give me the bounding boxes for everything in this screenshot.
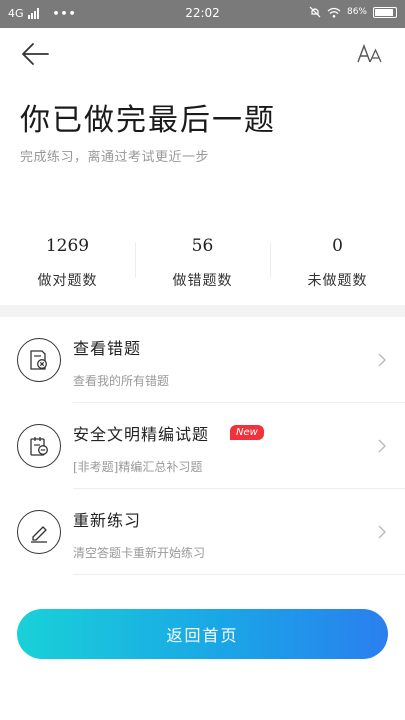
stat-wrong-value: 56 — [191, 236, 214, 256]
action-menu: 查看错题 查看我的所有错题 安全文明精编试题 New [非考题]精编汇总补习题 — [0, 317, 405, 575]
menu-item-description: 查看我的所有错题 — [73, 374, 170, 388]
mute-icon — [309, 6, 321, 18]
font-size-icon[interactable] — [357, 42, 383, 66]
menu-item-view-wrong[interactable]: 查看错题 查看我的所有错题 — [0, 317, 405, 403]
stats-row: 1269 做对题数 56 做错题数 0 未做题数 — [0, 236, 405, 296]
menu-item-title: 安全文明精编试题 — [73, 425, 210, 444]
battery-icon — [373, 6, 397, 18]
menu-item-title: 查看错题 — [73, 339, 142, 358]
return-home-button[interactable]: 返回首页 — [17, 609, 388, 659]
stat-undone-label: 未做题数 — [307, 273, 368, 289]
menu-item-description: [非考题]精编汇总补习题 — [73, 460, 203, 474]
menu-item-title: 重新练习 — [73, 511, 142, 530]
stat-wrong-label: 做错题数 — [172, 273, 233, 289]
stat-undone-value: 0 — [332, 236, 343, 256]
new-badge: New — [230, 425, 264, 440]
status-bar: 4G ••• 22:02 86% — [0, 0, 405, 28]
menu-item-description: 清空答题卡重新开始练习 — [73, 546, 206, 560]
menu-item-compiled-questions[interactable]: 安全文明精编试题 New [非考题]精编汇总补习题 — [0, 403, 405, 489]
wifi-icon — [327, 7, 341, 18]
menu-separator — [73, 574, 405, 575]
section-divider — [0, 305, 405, 317]
chevron-right-icon — [378, 439, 386, 453]
back-arrow-icon[interactable] — [20, 40, 50, 68]
pencil-icon — [17, 510, 61, 554]
battery-percent: 86% — [346, 7, 367, 17]
stat-undone: 0 未做题数 — [270, 236, 405, 296]
stat-correct: 1269 做对题数 — [0, 236, 135, 296]
page-title: 你已做完最后一题 — [20, 103, 276, 138]
chevron-right-icon — [378, 525, 386, 539]
wrong-question-icon — [17, 338, 61, 382]
menu-item-restart-practice[interactable]: 重新练习 清空答题卡重新开始练习 — [0, 489, 405, 575]
chevron-right-icon — [378, 353, 386, 367]
stat-wrong: 56 做错题数 — [135, 236, 270, 296]
status-right: 86% — [309, 6, 397, 18]
page-subtitle: 完成练习，离通过考试更近一步 — [20, 150, 210, 165]
stat-correct-value: 1269 — [45, 236, 90, 256]
stat-correct-label: 做对题数 — [37, 273, 98, 289]
compiled-questions-icon — [17, 424, 61, 468]
